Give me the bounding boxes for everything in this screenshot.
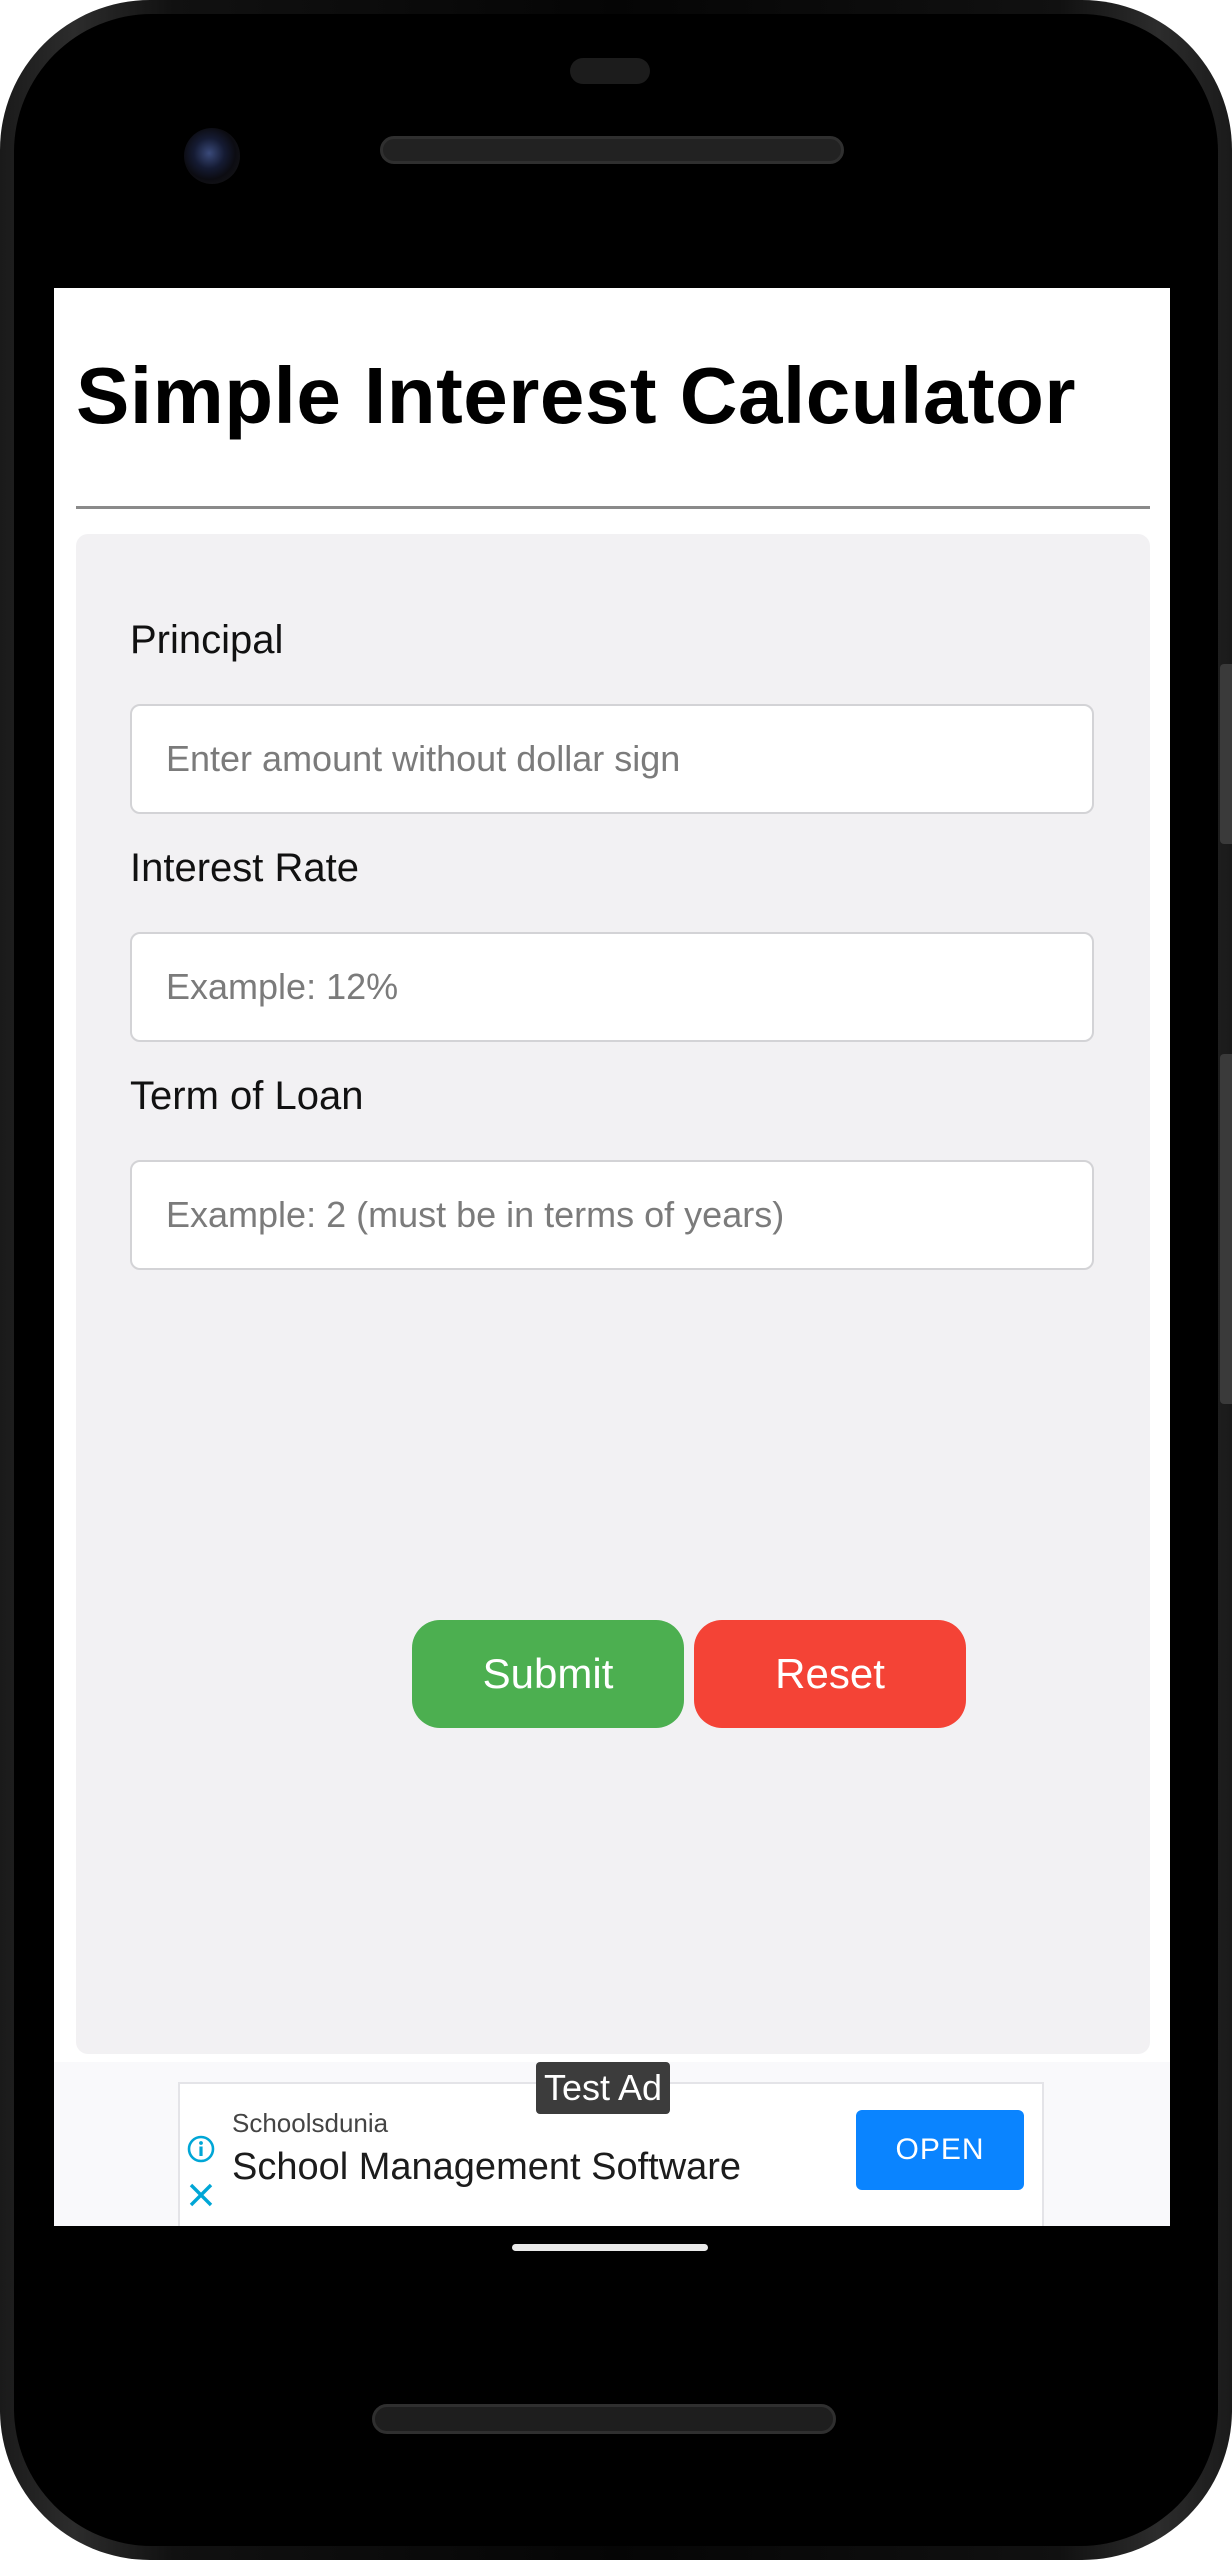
home-indicator[interactable]	[512, 2244, 708, 2251]
calculator-form: Principal Interest Rate Term of Loan Sub…	[76, 534, 1150, 2054]
close-icon[interactable]	[186, 2180, 216, 2210]
interest-rate-label: Interest Rate	[130, 846, 360, 890]
ad-advertiser: Schoolsdunia	[232, 2108, 389, 2138]
ad-headline[interactable]: School Management Software	[232, 2146, 741, 2189]
test-ad-badge: Test Ad	[536, 2062, 671, 2114]
ad-container: Schoolsdunia School Management Software …	[54, 2062, 1170, 2226]
reset-button[interactable]: Reset	[694, 1620, 966, 1728]
interest-rate-input[interactable]	[130, 932, 1094, 1042]
earpiece-speaker	[380, 136, 844, 164]
title-divider	[76, 506, 1150, 509]
principal-input[interactable]	[130, 704, 1094, 814]
bottom-speaker	[372, 2404, 836, 2434]
submit-button[interactable]: Submit	[412, 1620, 684, 1728]
power-button	[1220, 1054, 1232, 1404]
phone-frame: Simple Interest Calculator Principal Int…	[0, 0, 1232, 2560]
term-of-loan-label: Term of Loan	[130, 1074, 364, 1118]
principal-label: Principal	[130, 618, 284, 662]
page-title: Simple Interest Calculator	[76, 351, 1076, 440]
sensor-slot	[570, 58, 650, 84]
ad-open-button[interactable]: OPEN	[856, 2110, 1024, 2190]
info-icon[interactable]	[186, 2134, 216, 2164]
volume-button	[1220, 664, 1232, 844]
front-camera-icon	[184, 128, 240, 184]
app-screen: Simple Interest Calculator Principal Int…	[54, 288, 1170, 2226]
term-of-loan-input[interactable]	[130, 1160, 1094, 1270]
